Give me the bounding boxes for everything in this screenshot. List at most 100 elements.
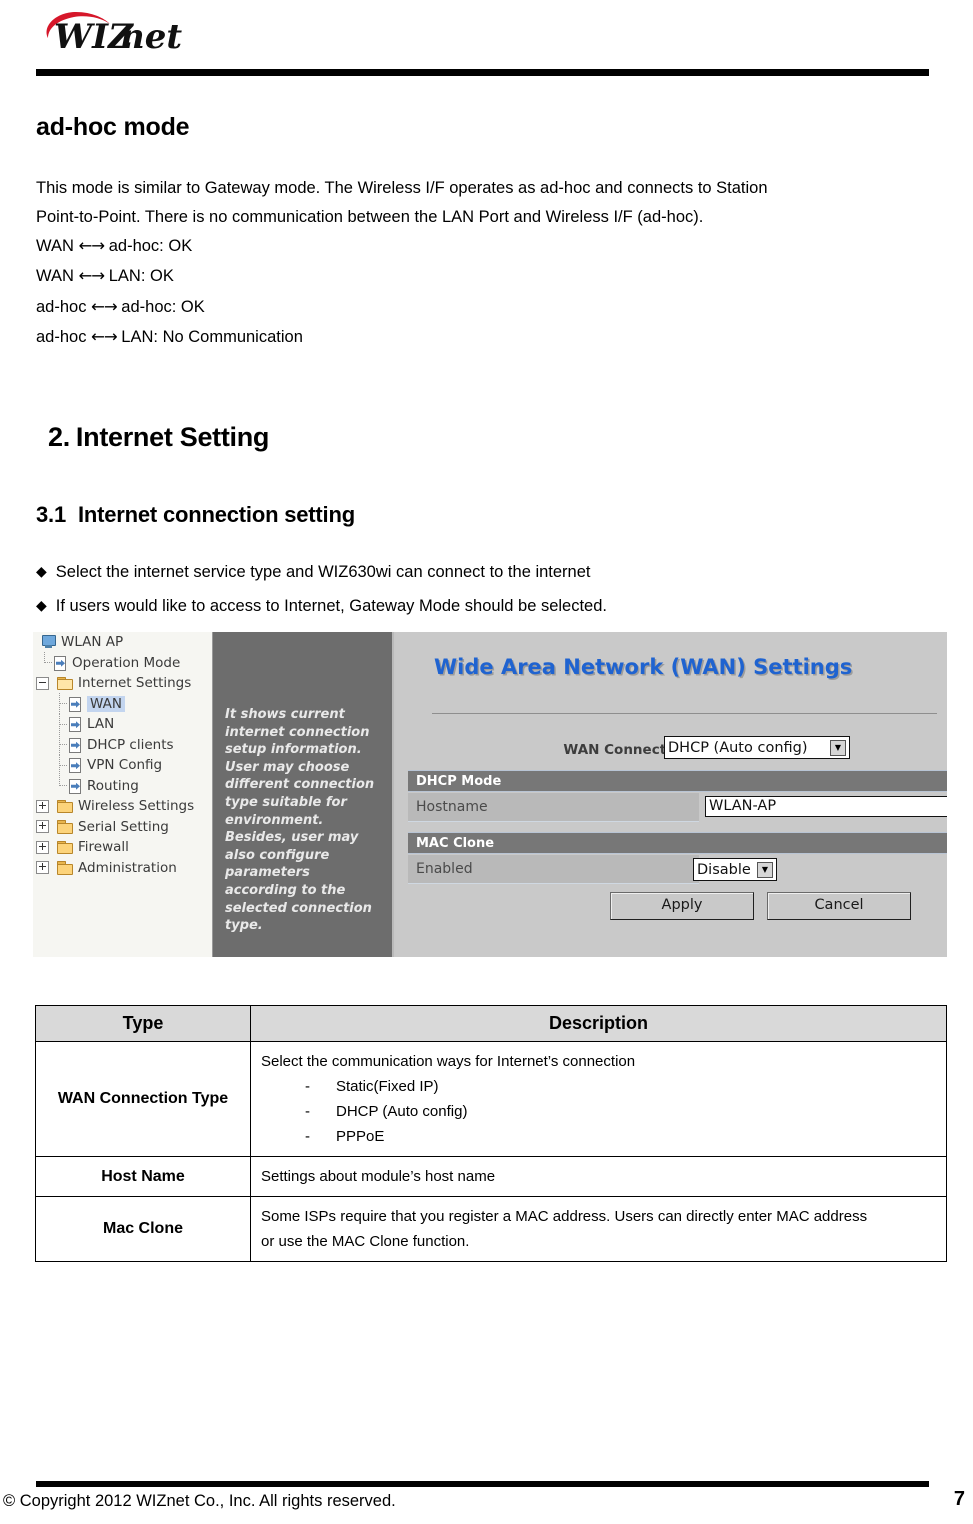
folder-open-icon [57, 676, 73, 691]
footer-copyright: © Copyright 2012 WIZnet Co., Inc. All ri… [3, 1492, 396, 1510]
section-header-mac-clone: MAC Clone [408, 832, 947, 854]
bullet-text: If users would like to access to Interne… [55, 597, 607, 615]
bullet-item-2: ◆ If users would like to access to Intern… [36, 596, 607, 616]
bidirectional-arrow-icon: ←→ [91, 327, 118, 347]
intro-paragraph: This mode is similar to Gateway mode. Th… [36, 173, 928, 203]
table-header-type: Type [35, 1005, 251, 1042]
expand-plus-icon[interactable] [36, 799, 49, 813]
page-arrow-icon [68, 696, 82, 712]
tree-item-routing[interactable]: Routing [33, 775, 212, 797]
chevron-down-icon: ▼ [757, 861, 773, 878]
bidirectional-arrow-icon: ←→ [78, 266, 105, 286]
mode-line: WAN ←→ LAN: OK [36, 261, 928, 291]
description-line: or use the MAC Clone function. [261, 1233, 470, 1250]
footer-rule [36, 1481, 929, 1487]
document-page: WIZ net ad-hoc mode This mode is similar… [0, 0, 973, 1524]
subsection-title: Internet connection setting [77, 502, 355, 527]
expand-plus-icon[interactable] [36, 840, 49, 854]
header-rule [36, 69, 929, 76]
tree-item-lan[interactable]: LAN [33, 713, 212, 735]
hostname-input[interactable]: WLAN-AP [705, 796, 947, 817]
tree-item-label: Firewall [78, 839, 129, 855]
tree-item-label: Routing [87, 777, 139, 794]
description-line: Some ISPs require that you register a MA… [261, 1208, 868, 1225]
wan-connection-type-select[interactable]: DHCP (Auto config) ▼ [664, 736, 850, 759]
description-list: Static(Fixed IP) DHCP (Auto config) PPPo… [261, 1074, 946, 1149]
table-header-description: Description [250, 1005, 947, 1042]
list-item: PPPoE [261, 1124, 946, 1149]
table-cell-type: Mac Clone [35, 1196, 251, 1262]
mode-left: WAN [36, 237, 74, 255]
page-arrow-icon [68, 737, 82, 753]
monitor-icon [41, 635, 56, 649]
mac-clone-enabled-select[interactable]: Disable ▼ [693, 858, 777, 881]
mode-left: ad-hoc [36, 328, 87, 347]
page-title: ad-hoc mode [36, 113, 190, 141]
mode-left: WAN [36, 267, 74, 286]
help-panel: It shows current internet connection set… [213, 632, 394, 957]
bullet-item-1: ◆ Select the internet service type and WI… [36, 562, 591, 582]
expand-plus-icon[interactable] [36, 861, 49, 875]
tree-item-wireless-settings[interactable]: Wireless Settings [33, 796, 212, 817]
description-line: Settings about module’s host name [261, 1168, 496, 1185]
apply-button[interactable]: Apply [610, 892, 754, 920]
chevron-down-icon: ▼ [830, 739, 846, 756]
mode-line: WAN ←→ ad-hoc: OK [36, 231, 928, 261]
router-ui-screenshot: WLAN AP Operation Mode Internet Settings… [33, 632, 947, 957]
folder-icon [57, 840, 73, 855]
page-number: 7 [953, 1488, 965, 1510]
collapse-minus-icon[interactable] [36, 676, 49, 690]
expand-plus-icon[interactable] [36, 820, 49, 834]
intro-paragraph-2: Point-to-Point. There is no communicatio… [36, 203, 928, 232]
bullet-text: Select the internet service type and WIZ… [55, 563, 591, 581]
diamond-bullet-icon: ◆ [36, 598, 47, 614]
tree-item-label: WAN [87, 695, 125, 712]
svg-text:net: net [120, 17, 182, 57]
navigation-tree: WLAN AP Operation Mode Internet Settings… [33, 632, 213, 957]
enabled-row: Enabled [408, 855, 947, 884]
tree-item-label: DHCP clients [87, 736, 174, 753]
tree-item-label: Internet Settings [78, 675, 192, 691]
description-lead: Select the communication ways for Intern… [261, 1053, 636, 1070]
folder-icon [57, 861, 73, 875]
tree-connector [54, 713, 68, 735]
tree-connector [54, 754, 68, 776]
table-row: Mac Clone Some ISPs require that you reg… [35, 1196, 947, 1262]
tree-root-wlan-ap[interactable]: WLAN AP [33, 632, 212, 653]
bidirectional-arrow-icon: ←→ [91, 296, 118, 316]
tree-item-administration[interactable]: Administration [33, 858, 212, 879]
list-item: Static(Fixed IP) [261, 1074, 946, 1099]
wan-settings-panel: Wide Area Network (WAN) Settings WAN Con… [396, 632, 947, 957]
mode-line: ad-hoc ←→ LAN: No Communication [36, 322, 928, 352]
tree-item-wan[interactable]: WAN [33, 693, 212, 715]
mode-right: LAN: OK [108, 267, 174, 286]
chapter-number: 2. [48, 422, 70, 452]
tree-item-label: Wireless Settings [78, 798, 195, 814]
cancel-button[interactable]: Cancel [767, 892, 911, 920]
mode-right: LAN: No Communication [121, 328, 303, 347]
bidirectional-arrow-icon: ←→ [78, 236, 105, 255]
tree-connector [54, 734, 68, 756]
table-cell-description: Some ISPs require that you register a MA… [250, 1196, 947, 1262]
hostname-row: Hostname WLAN-AP [408, 793, 947, 822]
tree-connector [39, 652, 53, 668]
subsection-number: 3.1 [36, 502, 66, 527]
mode-left: ad-hoc [36, 297, 87, 316]
mode-list: WAN ←→ ad-hoc: OK WAN ←→ LAN: OK ad-hoc … [36, 231, 928, 353]
enabled-label: Enabled [408, 855, 699, 884]
tree-item-vpn-config[interactable]: VPN Config [33, 754, 212, 776]
folder-icon [57, 820, 73, 834]
tree-item-label: Administration [78, 859, 177, 876]
description-table: Type Description WAN Connection Type Sel… [35, 1005, 947, 1262]
tree-root-label: WLAN AP [61, 634, 124, 650]
table-cell-type: WAN Connection Type [35, 1041, 251, 1157]
tree-item-dhcp-clients[interactable]: DHCP clients [33, 734, 212, 756]
intro-line-1: This mode is similar to Gateway mode. Th… [36, 179, 768, 197]
tree-item-label: VPN Config [87, 757, 163, 773]
chapter-heading: 2. Internet Setting [48, 422, 269, 453]
tree-item-internet-settings[interactable]: Internet Settings [33, 673, 212, 694]
diamond-bullet-icon: ◆ [36, 564, 47, 580]
tree-item-serial-setting[interactable]: Serial Setting [33, 817, 212, 838]
tree-item-operation-mode[interactable]: Operation Mode [33, 652, 212, 674]
tree-item-firewall[interactable]: Firewall [33, 837, 212, 858]
